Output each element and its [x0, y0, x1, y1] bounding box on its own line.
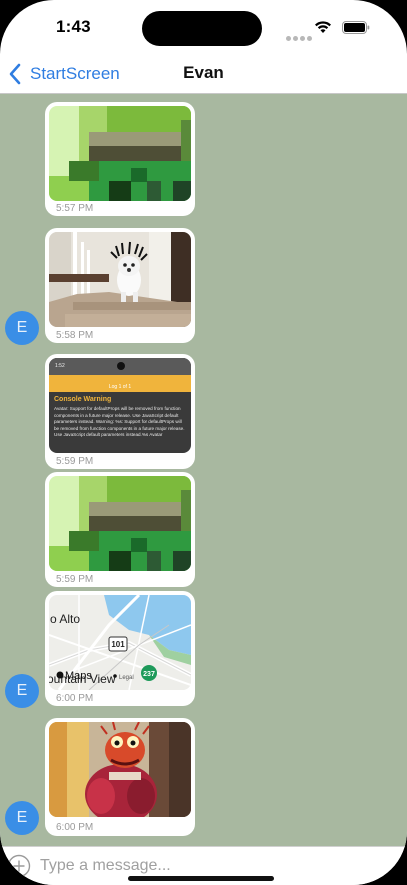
message-bubble[interactable]: 5:58 PM [45, 228, 195, 343]
add-attachment-icon[interactable] [7, 854, 31, 878]
home-indicator[interactable] [128, 876, 274, 881]
log-header: Log 1 of 1 [49, 375, 191, 392]
battery-icon [342, 21, 370, 34]
message-image-dog-photo[interactable] [49, 232, 191, 327]
message-bubble[interactable]: 6:00 PM [45, 718, 195, 836]
message-image-pixel-art[interactable] [49, 476, 191, 571]
warning-title: Console Warning [54, 396, 112, 403]
message-bubble[interactable]: 5:59 PM [45, 472, 195, 587]
avatar[interactable]: E [5, 674, 39, 708]
message-timestamp: 6:00 PM [56, 822, 94, 833]
phone-screen: 1:43 StartScreen Evan 5:57 PM 5:58 PM 1:… [0, 0, 407, 885]
message-bubble[interactable]: 1:52 Log 1 of 1 Console Warning Avatar: … [45, 354, 195, 469]
warning-body: Avatar: Support for defaultProps will be… [54, 406, 185, 437]
page-title: Evan [183, 63, 224, 82]
message-timestamp: 5:59 PM [56, 574, 94, 585]
message-timestamp: 5:57 PM [56, 203, 94, 214]
message-list[interactable]: 5:57 PM 5:58 PM 1:52 Log 1 of 1 Console … [0, 94, 407, 846]
avatar[interactable]: E [5, 311, 39, 345]
message-image-map[interactable]: 101 237 o Alto ountain View Maps Legal [49, 595, 191, 690]
maps-brand: Maps [65, 670, 92, 682]
message-timestamp: 5:58 PM [56, 330, 94, 341]
message-timestamp: 6:00 PM [56, 693, 94, 704]
screenshot-time: 1:52 [55, 363, 65, 369]
route-237-shield: 237 [143, 671, 155, 678]
avatar[interactable]: E [5, 801, 39, 835]
message-bubble[interactable]: 5:57 PM [45, 102, 195, 216]
screenshot-status-bar: 1:52 [49, 358, 191, 375]
dynamic-island [142, 11, 262, 46]
route-101-shield: 101 [111, 640, 125, 649]
status-bar: 1:43 [0, 0, 407, 54]
message-image-console-warning[interactable]: 1:52 Log 1 of 1 Console Warning Avatar: … [49, 358, 191, 453]
wifi-icon [315, 21, 331, 33]
message-image-puppet-photo[interactable] [49, 722, 191, 817]
map-label-palo-alto: o Alto [50, 612, 80, 626]
map-legal: Legal [119, 675, 134, 681]
message-image-pixel-art[interactable] [49, 106, 191, 201]
message-bubble[interactable]: 101 237 o Alto ountain View Maps Legal 6… [45, 591, 195, 706]
navigation-bar: StartScreen Evan [0, 54, 407, 94]
cellular-signal-icon [286, 28, 314, 46]
camera-icon [117, 362, 125, 370]
status-time: 1:43 [56, 17, 91, 36]
message-timestamp: 5:59 PM [56, 456, 94, 467]
